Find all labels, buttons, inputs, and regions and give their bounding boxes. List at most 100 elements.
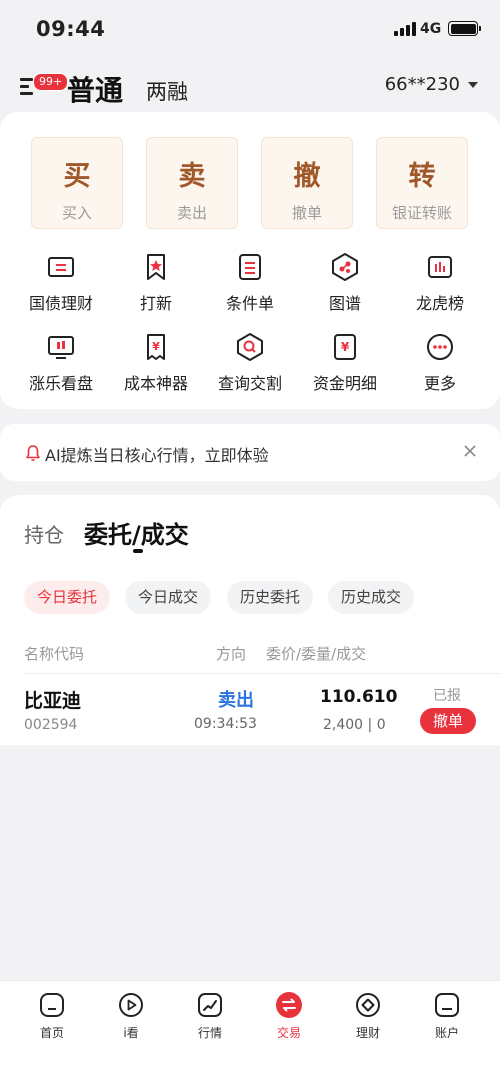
nav-home[interactable]: 首页 xyxy=(12,991,92,1041)
more-icon xyxy=(427,334,453,360)
signal-icon xyxy=(394,22,416,36)
quick-actions-card: 买 买入 卖 卖出 撤 撤单 转 银证转账 国债理财 打新 条件单 图谱 龙虎榜… xyxy=(0,112,500,409)
sell-button-char: 卖 xyxy=(178,161,206,192)
account-switcher[interactable]: 66**230 xyxy=(385,74,478,95)
exchange-icon xyxy=(276,992,302,1018)
grid-label: 国债理财 xyxy=(28,294,93,313)
ai-banner-text: AI提炼当日核心行情，立即体验 xyxy=(45,446,269,465)
caret-down-icon xyxy=(468,81,478,88)
buy-button-char: 买 xyxy=(63,161,91,192)
sell-button[interactable]: 卖 卖出 xyxy=(146,137,238,229)
chip-today-orders[interactable]: 今日委托 xyxy=(24,581,111,614)
order-price: 110.610 xyxy=(320,687,398,707)
grid-label: 龙虎榜 xyxy=(415,294,464,313)
status-time: 09:44 xyxy=(36,17,106,41)
nav-market[interactable]: 行情 xyxy=(170,991,250,1041)
play-icon xyxy=(119,993,143,1017)
cancel-order-row-button[interactable]: 撤单 xyxy=(420,708,476,734)
cancel-button-label: 撤单 xyxy=(291,204,322,222)
tab-margin-account[interactable]: 两融 xyxy=(146,76,188,106)
buy-button[interactable]: 买 买入 xyxy=(31,137,123,229)
nav-label: 行情 xyxy=(197,1026,222,1040)
tab-holdings[interactable]: 持仓 xyxy=(24,519,64,548)
bank-transfer-button[interactable]: 转 银证转账 xyxy=(376,137,468,229)
nav-label: i看 xyxy=(123,1026,139,1040)
conditional-order-icon xyxy=(239,254,261,280)
grid-item-query-settlement[interactable]: 查询交割 xyxy=(200,332,300,394)
sell-button-label: 卖出 xyxy=(176,204,207,222)
nav-label: 首页 xyxy=(39,1026,64,1040)
tab-orders-trades[interactable]: 委托/成交 xyxy=(84,515,189,550)
column-name-code: 名称代码 xyxy=(24,645,85,663)
battery-icon xyxy=(448,21,481,36)
nav-trade[interactable]: 交易 xyxy=(249,991,329,1041)
transfer-button-label: 银证转账 xyxy=(391,204,452,222)
new-stock-icon xyxy=(147,254,165,280)
grid-label: 成本神器 xyxy=(123,374,188,393)
grid-item-conditional-order[interactable]: 条件单 xyxy=(200,252,300,314)
nav-label: 账户 xyxy=(434,1026,459,1040)
column-price-qty: 委价/委量/成交 xyxy=(266,645,367,663)
active-tab-indicator xyxy=(133,549,143,553)
market-watch-icon xyxy=(48,336,74,359)
grid-item-market-watch[interactable]: 涨乐看盘 xyxy=(11,332,111,394)
trend-icon xyxy=(198,993,222,1017)
nav-label: 交易 xyxy=(276,1026,301,1040)
order-direction: 卖出 xyxy=(218,690,254,711)
cancel-button-char: 撤 xyxy=(293,161,321,192)
grid-label: 更多 xyxy=(423,374,456,393)
grid-item-funds-detail[interactable]: ¥ 资金明细 xyxy=(295,332,395,394)
notification-badge: 99+ xyxy=(33,73,69,91)
graph-icon xyxy=(332,253,358,281)
query-settlement-icon xyxy=(237,333,263,361)
home-icon xyxy=(40,993,64,1017)
nav-i-watch[interactable]: i看 xyxy=(91,991,171,1041)
cancel-order-button[interactable]: 撤 撤单 xyxy=(261,137,353,229)
grid-item-graph[interactable]: 图谱 xyxy=(295,252,395,314)
divider xyxy=(24,673,500,674)
account-icon xyxy=(435,993,459,1017)
nav-wealth[interactable]: 理财 xyxy=(328,991,408,1041)
wealth-icon xyxy=(356,993,380,1017)
grid-item-ipo[interactable]: 打新 xyxy=(106,252,206,314)
account-number: 66**230 xyxy=(384,74,460,95)
grid-label: 查询交割 xyxy=(217,374,282,393)
grid-label: 打新 xyxy=(139,294,172,313)
chip-today-trades[interactable]: 今日成交 xyxy=(125,581,212,614)
svg-text:¥: ¥ xyxy=(341,340,350,354)
bell-icon xyxy=(26,445,40,461)
orders-panel: 持仓 委托/成交 今日委托 今日成交 历史委托 历史成交 名称代码 方向 委价/… xyxy=(0,495,500,745)
chip-history-orders[interactable]: 历史委托 xyxy=(227,581,314,614)
grid-item-more[interactable]: 更多 xyxy=(390,332,490,394)
funds-detail-icon: ¥ xyxy=(334,334,356,360)
transfer-button-char: 转 xyxy=(408,161,436,192)
cost-tool-icon: ¥ xyxy=(147,334,165,360)
status-bar: 09:44 4G xyxy=(0,0,500,60)
grid-item-cost-tool[interactable]: ¥ 成本神器 xyxy=(106,332,206,394)
stock-name: 比亚迪 xyxy=(24,690,82,712)
order-time: 09:34:53 xyxy=(194,716,257,732)
svg-text:¥: ¥ xyxy=(152,340,160,353)
grid-label: 涨乐看盘 xyxy=(28,374,93,393)
stock-code: 002594 xyxy=(24,717,78,733)
bond-icon xyxy=(48,257,74,277)
nav-label: 理财 xyxy=(355,1026,380,1040)
chip-history-trades[interactable]: 历史成交 xyxy=(328,581,415,614)
column-direction: 方向 xyxy=(216,645,247,663)
order-status: 已报 xyxy=(433,688,461,704)
close-icon[interactable] xyxy=(460,441,480,461)
bottom-nav: 首页 i看 行情 交易 理财 账户 xyxy=(0,980,500,1082)
grid-item-bond[interactable]: 国债理财 xyxy=(11,252,111,314)
grid-label: 资金明细 xyxy=(312,374,377,393)
grid-label: 条件单 xyxy=(225,294,274,313)
grid-label: 图谱 xyxy=(328,294,361,313)
nav-account[interactable]: 账户 xyxy=(407,991,487,1041)
top-header: 99+ 普通 两融 66**230 xyxy=(0,60,500,112)
buy-button-label: 买入 xyxy=(61,204,92,222)
tab-normal-account[interactable]: 普通 xyxy=(67,69,123,109)
grid-item-ranking[interactable]: 龙虎榜 xyxy=(390,252,490,314)
ai-banner[interactable]: AI提炼当日核心行情，立即体验 xyxy=(0,424,500,481)
network-type: 4G xyxy=(420,21,442,37)
ranking-icon xyxy=(428,256,452,278)
order-quantity: 2,400 | 0 xyxy=(323,717,386,733)
